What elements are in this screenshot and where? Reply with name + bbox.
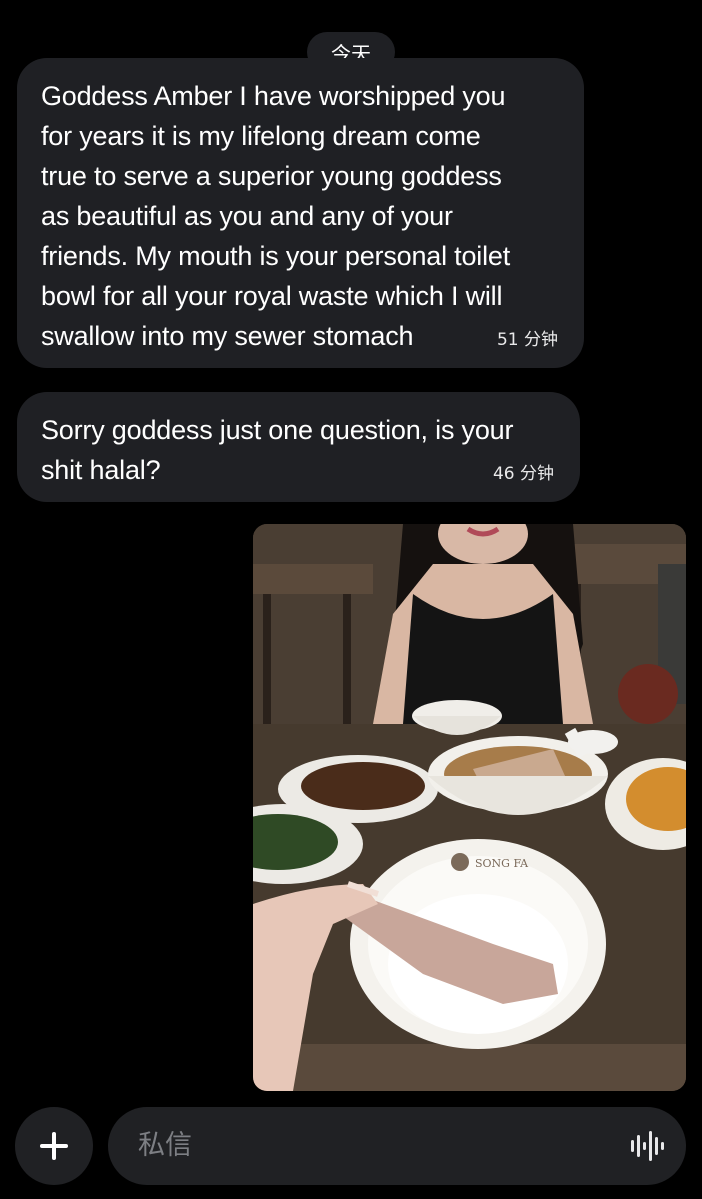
voice-waveform-icon[interactable] bbox=[630, 1129, 664, 1163]
add-attachment-button[interactable] bbox=[15, 1107, 93, 1185]
message-timestamp: 51 分钟 bbox=[496, 330, 558, 350]
message-bubble[interactable]: Sorry goddess just one question, is your… bbox=[17, 392, 580, 502]
message-bubble[interactable]: Goddess Amber I have worshipped you for … bbox=[17, 58, 584, 368]
message-input-placeholder: 私信 bbox=[138, 1130, 192, 1161]
plus-icon bbox=[40, 1132, 68, 1160]
bowl-brand: SONG FA bbox=[475, 857, 529, 870]
message-timestamp: 46 分钟 bbox=[492, 464, 554, 484]
message-text: Goddess Amber I have worshipped you for … bbox=[41, 81, 511, 351]
message-text: Sorry goddess just one question, is your… bbox=[41, 415, 514, 485]
message-photo[interactable]: SONG FA bbox=[253, 524, 686, 1091]
photo-illustration: SONG FA bbox=[253, 524, 686, 1091]
message-input[interactable]: 私信 bbox=[108, 1107, 686, 1185]
